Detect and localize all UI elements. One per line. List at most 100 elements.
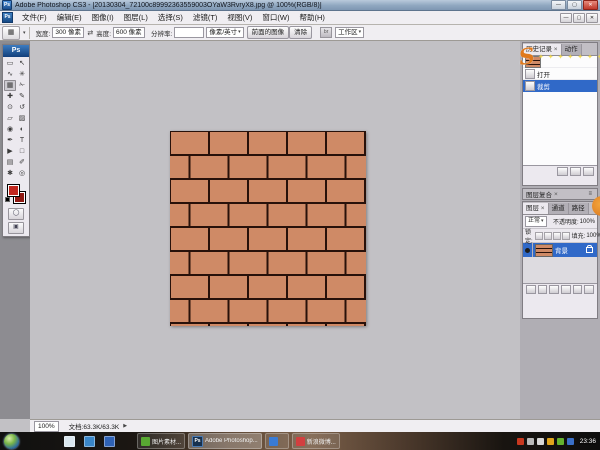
tool-preset-picker[interactable]: ▦ [2,26,20,40]
panel-tab[interactable]: 路径 [569,203,589,214]
move-tool[interactable]: ↖ [16,58,28,69]
healing-brush-tool[interactable]: ✚ [4,91,16,102]
tray-volume-icon[interactable] [537,438,544,445]
eraser-tool[interactable]: ▱ [4,113,16,124]
tray-antivirus-icon[interactable] [557,438,564,445]
menu-item[interactable]: 视图(V) [222,11,257,24]
menu-item[interactable]: 选择(S) [153,11,188,24]
notes-tool[interactable]: ▤ [4,157,16,168]
shape-tool[interactable]: □ [16,146,28,157]
type-tool[interactable]: T [16,135,28,146]
minimize-button[interactable]: — [551,0,566,10]
menu-item[interactable]: 编辑(E) [52,11,87,24]
blend-mode-dropdown[interactable]: 正常 ▾ [525,216,547,227]
lock-all-icon[interactable] [562,232,570,240]
lasso-tool[interactable]: ∿ [4,69,16,80]
path-selection-tool[interactable]: ▶ [4,146,16,157]
foreground-color-swatch[interactable] [7,184,20,197]
quick-launch-browser[interactable] [104,436,115,447]
new-group-button[interactable] [561,285,571,294]
taskbar-task-button[interactable]: 新浪微博... [292,433,340,449]
dodge-tool[interactable]: ◐ [16,124,28,135]
crop-width-input[interactable]: 300 像素 [52,27,84,38]
tab-close-icon[interactable]: × [554,191,558,198]
menu-item[interactable]: 帮助(H) [295,11,330,24]
fill-value[interactable]: 100% [586,233,600,239]
tray-messenger-icon[interactable] [567,438,574,445]
doc-minimize-button[interactable]: — [560,13,572,23]
screen-mode-button[interactable]: ▣ [8,222,24,234]
default-colors-icon[interactable] [5,197,10,202]
tool-preset-arrow-icon[interactable]: ▾ [23,30,26,36]
menu-item[interactable]: 图层(L) [119,11,153,24]
panel-tab[interactable]: 动作 [562,44,582,55]
zoom-tool[interactable]: ◎ [16,168,28,179]
maximize-button[interactable]: ▢ [567,0,582,10]
quick-mask-button[interactable]: ◯ [8,208,24,220]
taskbar-task-button[interactable]: 图片素材... [137,433,185,449]
status-menu-arrow-icon[interactable]: ▶ [123,423,127,429]
tray-security-icon[interactable] [517,438,524,445]
history-brush-tool[interactable]: ↺ [16,102,28,113]
crop-tool[interactable]: ▦ [4,80,16,91]
eyedropper-tool[interactable]: ✐ [16,157,28,168]
history-state-row[interactable]: 打开 [523,68,597,80]
tray-network-icon[interactable] [527,438,534,445]
lock-pixels-icon[interactable] [544,232,552,240]
document-image[interactable] [170,131,366,326]
slice-tool[interactable]: ✁ [16,80,28,91]
panel-tab[interactable]: 图层 [523,203,549,214]
crop-height-input[interactable]: 600 像素 [113,27,145,38]
taskbar-task-button[interactable] [265,433,289,449]
front-image-button[interactable]: 前面的图像 [247,26,290,39]
menu-item[interactable]: 滤镜(T) [188,11,223,24]
workspace-button[interactable]: 工作区 ▾ [335,27,364,38]
link-layers-button[interactable] [526,285,536,294]
history-state-row[interactable]: 裁剪 [523,80,597,92]
taskbar-clock[interactable]: 23:36 [580,438,596,445]
layer-comps-bar[interactable]: 图层复合 × ≡ [522,188,598,200]
canvas-area[interactable] [30,41,520,419]
new-snapshot-button[interactable] [570,167,581,176]
swap-dimensions-icon[interactable]: ⇄ [87,29,93,37]
lock-transparency-icon[interactable] [535,232,543,240]
panel-tab[interactable]: 通道 [549,203,569,214]
start-button[interactable] [4,434,19,449]
close-button[interactable]: ✕ [583,0,598,10]
taskbar-task-button[interactable]: Ps Adobe Photoshop... [188,433,262,449]
add-layer-mask-button[interactable] [549,285,559,294]
quick-selection-tool[interactable]: ✳ [16,69,28,80]
tray-update-icon[interactable] [547,438,554,445]
delete-layer-button[interactable] [584,285,594,294]
layer-style-button[interactable] [538,285,548,294]
opacity-value[interactable]: 100% [580,219,595,225]
doc-close-button[interactable]: ✕ [586,13,598,23]
new-document-from-state-button[interactable] [557,167,568,176]
quick-launch-media[interactable] [84,436,95,447]
pen-tool[interactable]: ✒ [4,135,16,146]
brush-tool[interactable]: ✎ [16,91,28,102]
hand-tool[interactable]: ✱ [4,168,16,179]
menu-item[interactable]: 图像(I) [87,11,119,24]
resolution-unit-dropdown[interactable]: 像素/英寸 ▾ [206,27,243,38]
lock-position-icon[interactable] [553,232,561,240]
rectangular-marquee-tool[interactable]: ▭ [4,58,16,69]
menu-item[interactable]: 窗口(W) [257,11,294,24]
new-layer-button[interactable] [573,285,583,294]
gradient-tool[interactable]: ▨ [16,113,28,124]
zoom-level-input[interactable]: 100% [34,421,59,432]
delete-state-button[interactable] [583,167,594,176]
blur-tool[interactable]: ◉ [4,124,16,135]
doc-restore-button[interactable]: ▢ [573,13,585,23]
panel-menu-icon[interactable]: ≡ [586,189,594,200]
panel-tab[interactable]: 历史记录 [523,44,562,55]
quick-launch-explorer[interactable] [64,436,75,447]
history-snapshot-row[interactable] [523,56,597,68]
menu-item[interactable]: 文件(F) [17,11,52,24]
layer-row[interactable]: 背景 [523,243,597,257]
clone-stamp-tool[interactable]: ⊙ [4,102,16,113]
resolution-input[interactable] [174,27,204,38]
width-label: 宽度: [36,28,51,38]
clear-button[interactable]: 清除 [289,26,312,39]
go-to-bridge-icon[interactable]: br [320,27,332,38]
